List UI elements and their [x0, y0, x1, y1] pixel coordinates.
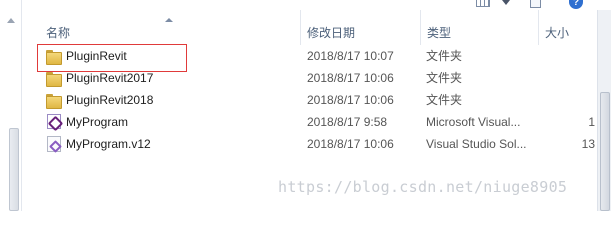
- visual-studio-project-icon: [47, 114, 61, 129]
- view-options-button[interactable]: [474, 0, 520, 10]
- column-header-name-label: 名称: [46, 26, 71, 40]
- column-header-type-label: 类型: [427, 26, 452, 40]
- chevron-down-icon: [502, 0, 510, 5]
- watermark-text: https://blog.csdn.net/niuge8905: [278, 178, 568, 196]
- file-type: 文件夹: [426, 93, 463, 107]
- file-type: Microsoft Visual...: [426, 115, 521, 129]
- help-icon: ?: [572, 0, 580, 8]
- visual-studio-solution-icon: [47, 136, 61, 152]
- sort-ascending-icon: [165, 18, 173, 22]
- file-type: 文件夹: [426, 71, 463, 85]
- column-header-type[interactable]: 类型: [421, 10, 539, 45]
- preview-pane-icon: [530, 0, 541, 8]
- file-name: MyProgram: [66, 115, 129, 129]
- file-size: [544, 89, 597, 111]
- preview-pane-button[interactable]: [528, 0, 542, 10]
- file-name: PluginRevit2017: [66, 71, 154, 85]
- nav-scroll-up-icon[interactable]: [7, 18, 15, 23]
- folder-icon: [46, 71, 62, 87]
- column-header-date[interactable]: 修改日期: [301, 10, 421, 45]
- file-row-myprogram[interactable]: MyProgram 2018/8/17 9:58 Microsoft Visua…: [22, 111, 597, 133]
- file-name-cell: MyProgram: [44, 111, 304, 133]
- file-name-cell: MyProgram.v12: [44, 133, 304, 155]
- column-header-size-label: 大小: [545, 26, 570, 40]
- file-name: MyProgram.v12: [66, 137, 151, 151]
- file-date: 2018/8/17 10:06: [307, 93, 394, 107]
- file-name: PluginRevit2018: [66, 93, 154, 107]
- column-header-size[interactable]: 大小: [539, 10, 597, 45]
- highlight-annotation-box: [37, 44, 187, 72]
- file-name-cell: PluginRevit2018: [44, 89, 304, 111]
- column-header: 名称 修改日期 类型 大小: [22, 10, 597, 45]
- file-type: 文件夹: [426, 49, 463, 63]
- file-size: 1: [588, 115, 595, 129]
- file-row-pluginrevit2018[interactable]: PluginRevit2018 2018/8/17 10:06 文件夹: [22, 89, 597, 111]
- folder-icon: [46, 93, 62, 109]
- file-type: Visual Studio Sol...: [426, 137, 527, 151]
- view-options-icon: [476, 0, 490, 7]
- file-date: 2018/8/17 10:06: [307, 71, 394, 85]
- file-size: [544, 45, 597, 67]
- column-header-date-label: 修改日期: [307, 26, 356, 40]
- file-row-myprogram-v12[interactable]: MyProgram.v12 2018/8/17 10:06 Visual Stu…: [22, 133, 597, 155]
- column-header-name[interactable]: 名称: [22, 10, 301, 45]
- file-date: 2018/8/17 10:07: [307, 49, 394, 63]
- file-explorer-window: ? 名称 修改日期 类型 大小 PluginRevit 2018/8/17 10…: [0, 0, 611, 211]
- file-date: 2018/8/17 9:58: [307, 115, 388, 129]
- file-date: 2018/8/17 10:06: [307, 137, 394, 151]
- navigation-pane[interactable]: [0, 0, 22, 211]
- file-size: 13: [581, 137, 595, 151]
- help-button[interactable]: ?: [569, 0, 583, 9]
- file-size: [544, 67, 597, 89]
- nav-scrollbar-thumb[interactable]: [9, 128, 19, 211]
